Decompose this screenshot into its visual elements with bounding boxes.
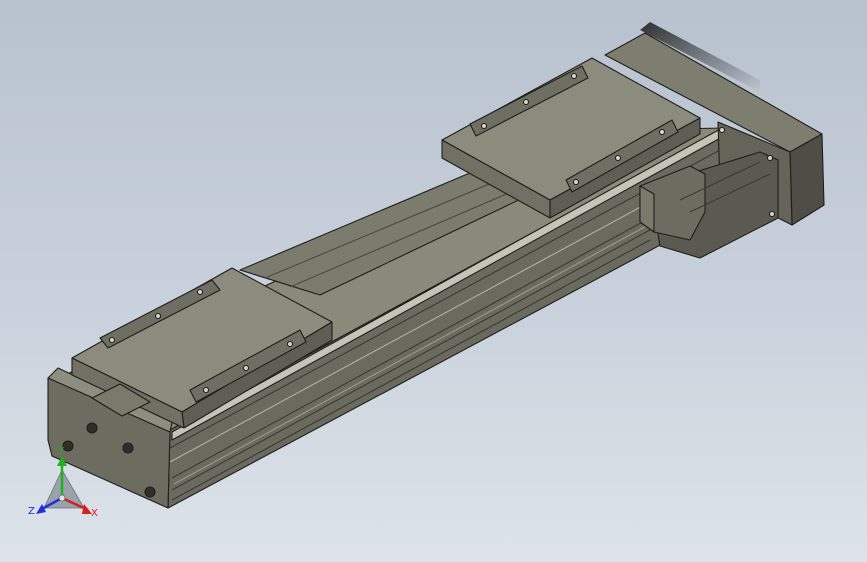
- triad-z-label: Z: [28, 506, 35, 517]
- rear-bolt-5: [614, 154, 622, 162]
- front-hole-2: [86, 422, 98, 434]
- graphics-viewport[interactable]: Y X Z: [0, 0, 867, 562]
- motor-bolt-1: [766, 154, 774, 162]
- clamp-bolt-1: [108, 336, 116, 344]
- clamp-bolt-5: [242, 364, 250, 372]
- front-hole-1: [62, 440, 74, 452]
- clamp-bolt-3: [196, 288, 204, 296]
- triad-base-cone: [43, 469, 85, 509]
- triad-z-arrow: [36, 504, 46, 514]
- rear-bolt-1: [480, 122, 488, 130]
- triad-origin: [58, 494, 66, 502]
- rear-bolt-4: [572, 178, 580, 186]
- triad-y-label: Y: [57, 446, 65, 457]
- actuator-model[interactable]: [47, 22, 825, 509]
- motor-bolt-3: [718, 126, 726, 134]
- cad-model-view[interactable]: Y X Z: [0, 0, 867, 562]
- front-hole-3: [122, 442, 134, 454]
- rear-bolt-3: [570, 72, 578, 80]
- rear-bolt-6: [658, 128, 666, 136]
- clamp-bolt-2: [154, 312, 162, 320]
- rear-bolt-2: [522, 98, 530, 106]
- triad-x-label: X: [91, 508, 98, 519]
- front-hole-4: [144, 486, 156, 498]
- clamp-bolt-6: [286, 340, 294, 348]
- clamp-bolt-4: [202, 386, 210, 394]
- motor-bolt-2: [768, 210, 776, 218]
